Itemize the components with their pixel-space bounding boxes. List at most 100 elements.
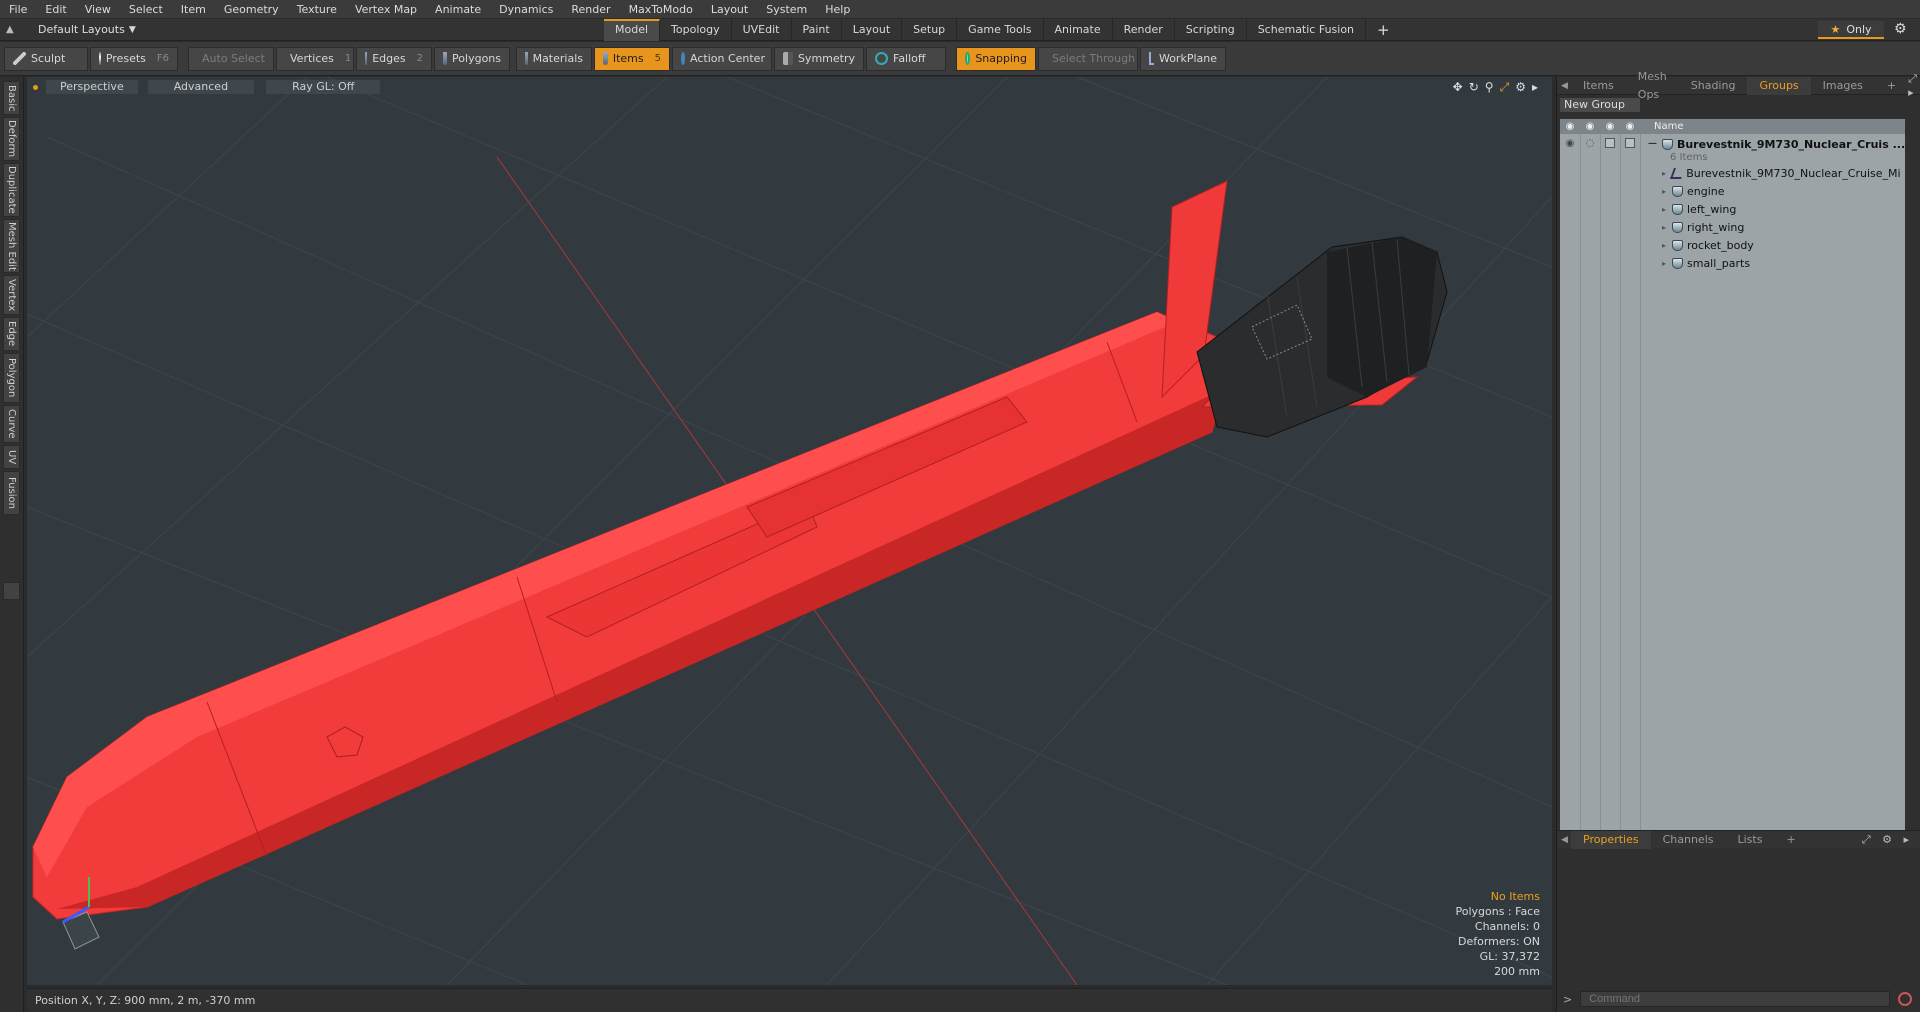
menu-select[interactable]: Select bbox=[120, 0, 172, 19]
menu-geometry[interactable]: Geometry bbox=[215, 0, 288, 19]
tree-row[interactable]: ▸ Burevestnik_9M730_Nuclear_Cruise_Mi ..… bbox=[1560, 164, 1905, 182]
panel-collapse-icon[interactable]: ◀ bbox=[1561, 835, 1568, 845]
select-through-button[interactable]: Select Through bbox=[1038, 46, 1138, 71]
tab-game-tools[interactable]: Game Tools bbox=[957, 19, 1044, 41]
menu-maxtomodo[interactable]: MaxToModo bbox=[620, 0, 702, 19]
expand-arrow-icon[interactable]: ▸ bbox=[1662, 223, 1672, 232]
tab-layout[interactable]: Layout bbox=[842, 19, 903, 41]
lock-icon[interactable]: ◌ bbox=[1580, 138, 1600, 151]
missile-model[interactable] bbox=[32, 180, 1448, 920]
tab-paint[interactable]: Paint bbox=[792, 19, 842, 41]
collapse-icon[interactable]: ▲ bbox=[6, 24, 24, 35]
view-type-button[interactable]: Perspective bbox=[46, 80, 138, 94]
menu-vertex-map[interactable]: Vertex Map bbox=[346, 0, 426, 19]
menu-help[interactable]: Help bbox=[816, 0, 859, 19]
vtab-mesh-edit[interactable]: Mesh Edit bbox=[3, 219, 20, 273]
3d-viewport[interactable]: Perspective Advanced Ray GL: Off ✥ ↻ ⚲ ⤢… bbox=[27, 77, 1552, 985]
expand-arrow-icon[interactable]: ▸ bbox=[1662, 205, 1672, 214]
select-toggle[interactable] bbox=[1620, 137, 1640, 151]
tree-row[interactable]: ▸ rocket_body bbox=[1560, 236, 1905, 254]
tab-uvedit[interactable]: UVEdit bbox=[732, 19, 792, 41]
tab-animate[interactable]: Animate bbox=[1044, 19, 1113, 41]
sculpt-button[interactable]: Sculpt bbox=[4, 46, 88, 71]
menu-render[interactable]: Render bbox=[562, 0, 619, 19]
workplane-button[interactable]: WorkPlane bbox=[1140, 46, 1226, 71]
collapse-arrow-icon[interactable]: — bbox=[1648, 139, 1662, 149]
tab-schematic-fusion[interactable]: Schematic Fusion bbox=[1247, 19, 1367, 41]
eye-icon[interactable]: ◉ bbox=[1560, 138, 1580, 151]
menu-view[interactable]: View bbox=[76, 0, 120, 19]
render-toggle[interactable] bbox=[1600, 137, 1620, 151]
zoom-view-icon[interactable]: ⚲ bbox=[1485, 80, 1494, 95]
vertices-button[interactable]: Vertices 1 bbox=[276, 46, 354, 71]
tab-images[interactable]: Images bbox=[1811, 77, 1875, 95]
layout-selector[interactable]: ▲ Default Layouts ▼ bbox=[0, 19, 142, 41]
vtab-uv[interactable]: UV bbox=[3, 445, 20, 469]
viewport-settings-icon[interactable]: ⚙ bbox=[1515, 80, 1526, 95]
vtab-duplicate[interactable]: Duplicate bbox=[3, 163, 20, 217]
tab-model[interactable]: Model bbox=[604, 19, 661, 41]
properties-settings-icon[interactable]: ⤢ ⚙ ▸ bbox=[1862, 833, 1920, 847]
expand-arrow-icon[interactable]: ▸ bbox=[1662, 259, 1672, 268]
tree-row[interactable]: ▸ right_wing bbox=[1560, 218, 1905, 236]
edges-button[interactable]: Edges 2 bbox=[356, 46, 432, 71]
vtab-vertex[interactable]: Vertex bbox=[3, 275, 20, 315]
falloff-button[interactable]: Falloff bbox=[866, 46, 946, 71]
viewport-menu-icon[interactable]: ▸ bbox=[1532, 80, 1538, 95]
symmetry-button[interactable]: Symmetry bbox=[774, 46, 864, 71]
menu-layout[interactable]: Layout bbox=[702, 0, 757, 19]
menu-animate[interactable]: Animate bbox=[426, 0, 490, 19]
auto-select-button[interactable]: Auto Select bbox=[188, 46, 274, 71]
vtab-basic[interactable]: Basic bbox=[3, 81, 20, 115]
expand-arrow-icon[interactable]: ▸ bbox=[1662, 187, 1672, 196]
tree-row[interactable]: ▸ engine bbox=[1560, 182, 1905, 200]
gear-icon[interactable]: ⚙ bbox=[1894, 21, 1907, 37]
raygl-button[interactable]: Ray GL: Off bbox=[266, 80, 381, 94]
add-panel-tab-icon[interactable]: + bbox=[1875, 77, 1908, 95]
shading-button[interactable]: Advanced bbox=[147, 80, 255, 94]
menu-file[interactable]: File bbox=[0, 0, 36, 19]
vtab-polygon[interactable]: Polygon bbox=[3, 353, 20, 403]
panel-expand-icon[interactable]: ⤢ ▸ bbox=[1908, 72, 1920, 99]
polygons-button[interactable]: Polygons bbox=[434, 46, 510, 71]
move-view-icon[interactable]: ✥ bbox=[1453, 80, 1463, 95]
tab-lists[interactable]: Lists bbox=[1726, 831, 1775, 849]
menu-texture[interactable]: Texture bbox=[288, 0, 346, 19]
tab-setup[interactable]: Setup bbox=[902, 19, 958, 41]
presets-button[interactable]: Presets F6 bbox=[90, 46, 178, 71]
tab-channels[interactable]: Channels bbox=[1651, 831, 1726, 849]
tree-row[interactable]: ▸ small_parts bbox=[1560, 254, 1905, 272]
select-column-icon[interactable]: ◉ bbox=[1620, 121, 1640, 132]
menu-item[interactable]: Item bbox=[172, 0, 215, 19]
lock-column-icon[interactable]: ◉ bbox=[1580, 121, 1600, 132]
render-column-icon[interactable]: ◉ bbox=[1600, 121, 1620, 132]
tab-topology[interactable]: Topology bbox=[660, 19, 732, 41]
tab-groups[interactable]: Groups bbox=[1747, 76, 1811, 95]
vtab-fusion[interactable]: Fusion bbox=[3, 471, 20, 515]
vtab-edge[interactable]: Edge bbox=[3, 317, 20, 351]
tree-row-root[interactable]: ◉ ◌ — Burevestnik_9M730_Nuclear_Cruis ..… bbox=[1560, 136, 1905, 152]
items-button[interactable]: Items 5 bbox=[594, 46, 670, 71]
vtab-deform[interactable]: Deform bbox=[3, 117, 20, 161]
panel-toggle-icon[interactable] bbox=[3, 582, 20, 600]
tab-render[interactable]: Render bbox=[1113, 19, 1175, 41]
name-column-header[interactable]: Name bbox=[1654, 121, 1684, 132]
vtab-curve[interactable]: Curve bbox=[3, 405, 20, 443]
maximize-icon[interactable]: ⤢ bbox=[1500, 80, 1510, 95]
add-tab-icon[interactable]: + bbox=[1366, 19, 1401, 41]
tab-items[interactable]: Items bbox=[1571, 77, 1626, 95]
action-center-button[interactable]: Action Center bbox=[672, 46, 772, 71]
panel-collapse-icon[interactable]: ◀ bbox=[1561, 81, 1568, 91]
menu-system[interactable]: System bbox=[757, 0, 816, 19]
visibility-column-icon[interactable]: ◉ bbox=[1560, 121, 1580, 132]
only-button[interactable]: ★ Only bbox=[1818, 21, 1884, 39]
tab-scripting[interactable]: Scripting bbox=[1175, 19, 1247, 41]
tab-mesh-ops[interactable]: Mesh Ops bbox=[1626, 68, 1679, 104]
menu-dynamics[interactable]: Dynamics bbox=[490, 0, 562, 19]
add-properties-tab-icon[interactable]: + bbox=[1774, 831, 1807, 849]
tab-shading[interactable]: Shading bbox=[1679, 77, 1748, 95]
menu-edit[interactable]: Edit bbox=[36, 0, 75, 19]
expand-arrow-icon[interactable]: ▸ bbox=[1662, 241, 1672, 250]
rotate-view-icon[interactable]: ↻ bbox=[1469, 80, 1479, 95]
materials-button[interactable]: Materials bbox=[516, 46, 592, 71]
